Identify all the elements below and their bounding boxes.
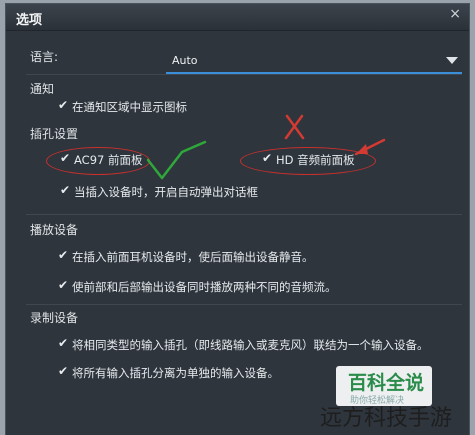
watermark-site-text: 远方科技手游 (320, 406, 453, 431)
annotation-red-x-icon (284, 114, 305, 140)
annotation-green-check-icon (146, 140, 207, 180)
watermark-logo-text: 百科全说 (348, 372, 425, 394)
